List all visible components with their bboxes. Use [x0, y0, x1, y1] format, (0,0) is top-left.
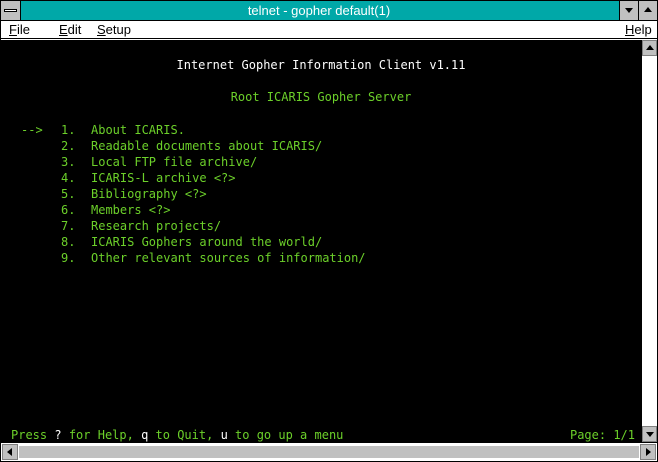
gopher-item-6[interactable]: Members <?>	[91, 203, 170, 218]
menu-setup[interactable]: Setup	[97, 22, 131, 38]
gopher-item-num: 5.	[61, 187, 76, 201]
title-bar[interactable]: telnet - gopher default(1)	[1, 1, 657, 21]
minimize-icon	[625, 8, 633, 13]
system-menu-icon	[4, 9, 17, 12]
menu-file[interactable]: File	[9, 22, 30, 38]
gopher-item-num: 9.	[61, 251, 76, 265]
horizontal-scrollbar[interactable]	[1, 442, 657, 461]
telnet-window: telnet - gopher default(1) File Edit Set…	[0, 0, 658, 462]
gopher-item-3[interactable]: Local FTP file archive/	[91, 155, 257, 170]
gopher-item-4[interactable]: ICARIS-L archive <?>	[91, 171, 236, 186]
scroll-down-button[interactable]	[642, 426, 657, 442]
server-title: Root ICARIS Gopher Server	[230, 90, 412, 104]
gopher-item-num: 1.	[61, 123, 76, 137]
maximize-button[interactable]	[638, 1, 657, 20]
scroll-left-icon	[7, 448, 12, 456]
gopher-item-num: 4.	[61, 171, 76, 185]
scroll-track[interactable]	[19, 446, 639, 458]
scroll-right-button[interactable]	[640, 444, 656, 460]
gopher-item-5[interactable]: Bibliography <?>	[91, 187, 207, 202]
window-title: telnet - gopher default(1)	[247, 3, 391, 18]
minimize-button[interactable]	[619, 1, 638, 20]
scroll-up-icon	[646, 45, 654, 50]
gopher-item-7[interactable]: Research projects/	[91, 219, 221, 234]
maximize-icon	[644, 7, 652, 12]
gopher-item-num: 6.	[61, 203, 76, 217]
client-header: Internet Gopher Information Client v1.11	[176, 58, 466, 72]
page-indicator: Page: 1/1	[569, 428, 635, 442]
status-line: Press ? for Help, q to Quit, u to go up …	[11, 428, 344, 442]
gopher-item-9[interactable]: Other relevant sources of information/	[91, 251, 366, 266]
gopher-item-1[interactable]: About ICARIS.	[91, 123, 185, 138]
menu-edit[interactable]: Edit	[59, 22, 81, 38]
scroll-left-button[interactable]	[2, 444, 18, 460]
menu-cursor: -->	[21, 123, 43, 137]
gopher-item-8[interactable]: ICARIS Gophers around the world/	[91, 235, 322, 250]
scroll-down-icon	[646, 432, 654, 437]
gopher-item-num: 8.	[61, 235, 76, 249]
menu-bar: File Edit Setup Help	[1, 21, 657, 39]
gopher-item-2[interactable]: Readable documents about ICARIS/	[91, 139, 322, 154]
gopher-item-num: 3.	[61, 155, 76, 169]
system-menu-button[interactable]	[1, 1, 21, 20]
gopher-item-num: 7.	[61, 219, 76, 233]
menu-help[interactable]: Help	[625, 22, 652, 38]
scroll-right-icon	[646, 448, 651, 456]
terminal-screen[interactable]: Internet Gopher Information Client v1.11…	[1, 40, 641, 442]
scroll-up-button[interactable]	[642, 40, 657, 56]
vertical-scrollbar[interactable]	[641, 40, 657, 442]
gopher-item-num: 2.	[61, 139, 76, 153]
